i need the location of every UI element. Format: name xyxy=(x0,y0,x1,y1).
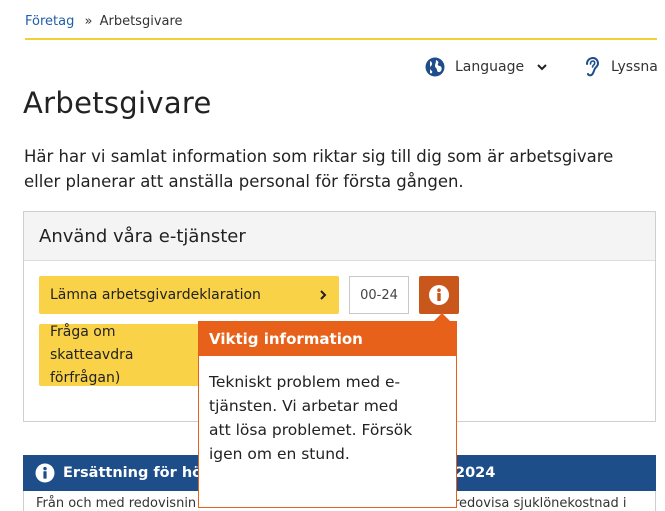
listen-label: Lyssna xyxy=(611,59,658,75)
notice-text-left: Från och med redovisnin xyxy=(36,496,197,511)
page-title: Arbetsgivare xyxy=(23,86,212,120)
agd-button[interactable]: Lämna arbetsgivardeklaration xyxy=(39,276,339,314)
breadcrumb-link-foretag[interactable]: Företag xyxy=(25,14,74,29)
breadcrumb-separator: » xyxy=(84,14,93,29)
breadcrumb-current: Arbetsgivare xyxy=(99,14,183,29)
info-circle-icon xyxy=(35,463,55,483)
open-hours-badge: 00-24 xyxy=(349,276,409,314)
listen-button[interactable]: Lyssna xyxy=(583,56,658,78)
tooltip-arrow xyxy=(434,313,450,321)
etjanster-heading: Använd våra e-tjänster xyxy=(24,212,655,261)
tooltip-body: Tekniskt problem med e-tjänsten. Vi arbe… xyxy=(209,373,413,463)
skatteavdrag-button-label: Fråga om skatteavdra förfrågan) xyxy=(50,323,134,386)
globe-icon xyxy=(425,57,445,77)
info-icon xyxy=(429,285,449,305)
tooltip-title: Viktig information xyxy=(199,322,456,356)
chevron-down-icon xyxy=(537,64,547,71)
notice-text-right: redovisa sjuklönekostnad i xyxy=(454,496,627,511)
notice-title-right: 2024 xyxy=(455,465,496,481)
chevron-right-icon xyxy=(320,290,327,300)
info-button[interactable] xyxy=(419,276,459,314)
language-label: Language xyxy=(455,59,525,75)
info-tooltip: Viktig information Tekniskt problem med … xyxy=(198,321,457,508)
ear-icon xyxy=(586,57,600,77)
breadcrumb: Företag » Arbetsgivare xyxy=(25,14,657,40)
agd-button-label: Lämna arbetsgivardeklaration xyxy=(50,287,261,303)
intro-text: Här har vi samlat information som riktar… xyxy=(24,147,614,191)
language-selector[interactable]: Language xyxy=(425,56,548,78)
